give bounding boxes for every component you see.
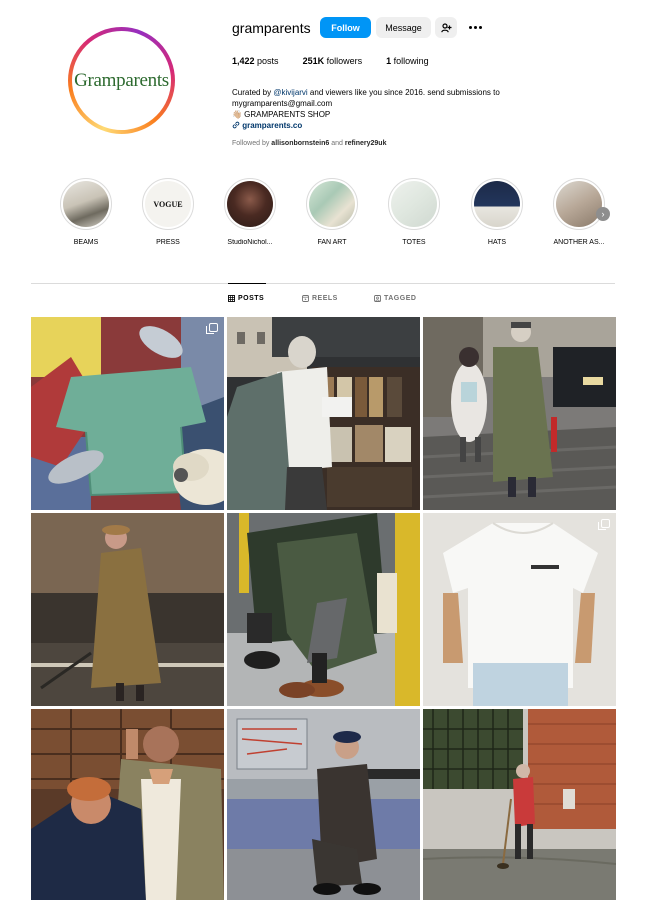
active-tab-indicator (228, 283, 266, 284)
post-image (423, 709, 616, 900)
profile-bio: Curated by @kivijarvi and viewers like y… (232, 87, 532, 131)
posts-count: 1,422 posts (232, 56, 279, 66)
profile-avatar[interactable]: Gramparents (68, 27, 175, 134)
highlight-studionichol[interactable]: StudioNichol... (215, 178, 285, 246)
post-tile[interactable] (423, 513, 616, 706)
post-image (423, 317, 616, 510)
more-options-icon[interactable] (466, 19, 484, 35)
follow-button[interactable]: Follow (320, 17, 371, 38)
post-tile[interactable] (31, 317, 224, 510)
post-tile[interactable] (31, 709, 224, 900)
profile-stats: 1,422 posts 251K followers 1 following (232, 56, 453, 66)
tab-reels[interactable]: REELS (302, 295, 338, 302)
tabs-divider (31, 283, 615, 284)
reels-icon (302, 295, 309, 302)
carousel-icon (598, 519, 610, 530)
tagged-icon (374, 295, 381, 302)
post-image (31, 709, 224, 900)
followed-by-text[interactable]: Followed by allisonbornstein6 and refine… (232, 140, 386, 147)
post-tile[interactable] (227, 317, 420, 510)
carousel-icon (206, 323, 218, 334)
post-image (31, 317, 224, 510)
post-image (227, 709, 420, 900)
post-image (31, 513, 224, 706)
add-user-icon (440, 22, 451, 32)
post-image (227, 317, 420, 510)
avatar-logo-text: Gramparents (74, 69, 169, 91)
profile-username: gramparents (232, 20, 311, 36)
followers-count[interactable]: 251K followers (303, 56, 363, 66)
bio-shop-line: 👋🏼 GRAMPARENTS SHOP (232, 110, 331, 119)
highlight-fan-art[interactable]: FAN ART (297, 178, 367, 246)
post-tile[interactable] (423, 317, 616, 510)
post-tile[interactable] (227, 513, 420, 706)
bio-email: mygramparents@gmail.com (232, 99, 333, 108)
bio-website[interactable]: gramparents.co (232, 120, 532, 131)
highlight-totes[interactable]: TOTES (379, 178, 449, 246)
highlight-hats[interactable]: HATS (462, 178, 532, 246)
suggest-users-button[interactable] (435, 17, 457, 38)
post-tile[interactable] (31, 513, 224, 706)
tab-posts[interactable]: POSTS (228, 295, 264, 302)
message-button[interactable]: Message (376, 17, 431, 38)
bio-mention-link[interactable]: @kivijarvi (273, 88, 307, 97)
post-image (227, 513, 420, 706)
story-highlights: BEAMS VOGUE PRESS StudioNichol... FAN AR… (0, 178, 645, 253)
tab-tagged[interactable]: TAGGED (374, 295, 416, 302)
post-image (423, 513, 616, 706)
highlight-beams[interactable]: BEAMS (51, 178, 121, 246)
post-tile[interactable] (423, 709, 616, 900)
link-icon (232, 121, 240, 129)
chevron-right-icon: › (601, 209, 605, 219)
highlight-press[interactable]: VOGUE PRESS (133, 178, 203, 246)
grid-icon (228, 295, 235, 302)
highlights-next-button[interactable]: › (596, 207, 610, 221)
post-tile[interactable] (227, 709, 420, 900)
following-count[interactable]: 1 following (386, 56, 429, 66)
